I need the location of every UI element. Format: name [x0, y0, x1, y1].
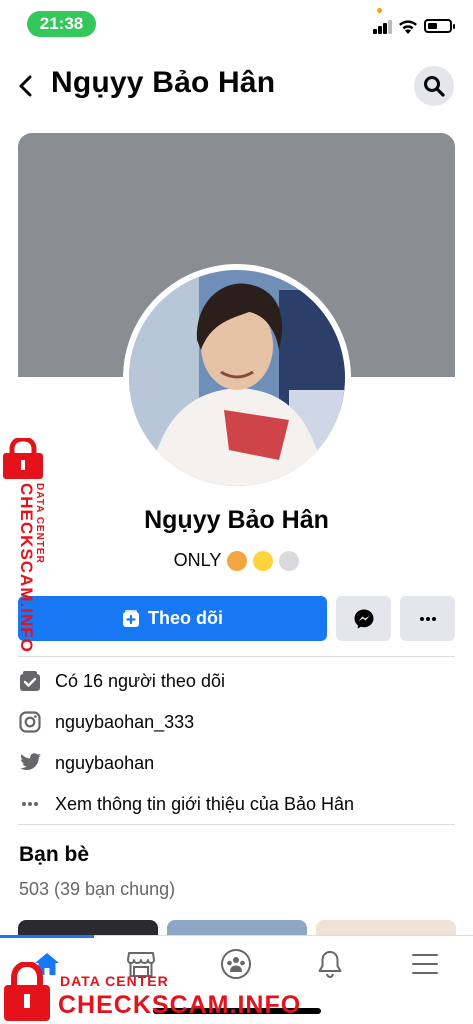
instagram-handle: nguybaohan_333: [55, 711, 195, 732]
rabbit-emoji-icon: [279, 550, 300, 571]
ellipsis-icon: [18, 792, 42, 816]
watermark-bottom: DATA CENTER CHECKSCAM.INFO: [0, 962, 300, 1024]
friends-section-title[interactable]: Bạn bè: [19, 843, 89, 867]
more-options-button[interactable]: [400, 596, 455, 641]
status-time: 21:38: [27, 11, 96, 37]
watermark-brand: CHECKSCAM.INFO: [58, 991, 302, 1019]
search-button[interactable]: [414, 66, 454, 106]
profile-header: Ngụyy Bảo Hân: [0, 60, 473, 112]
bell-icon: [318, 951, 342, 979]
instagram-row[interactable]: nguybaohan_333: [18, 707, 455, 737]
wifi-icon: [399, 20, 417, 34]
twitter-row[interactable]: nguybaohan: [18, 748, 455, 778]
chevron-left-icon: [19, 75, 32, 97]
search-icon: [424, 76, 445, 97]
about-link: Xem thông tin giới thiệu của Bảo Hân: [55, 793, 354, 814]
status-bar: 21:38: [0, 0, 473, 48]
page-title: Ngụyy Bảo Hân: [51, 66, 276, 99]
follow-button-label: Theo dõi: [148, 608, 223, 628]
message-button[interactable]: [336, 596, 391, 641]
hamburger-menu-icon: [412, 954, 438, 974]
profile-bio: ONLY: [0, 550, 473, 571]
followers-row[interactable]: Có 16 người theo dõi: [18, 666, 455, 696]
back-button[interactable]: [8, 68, 44, 104]
ellipsis-icon: [419, 616, 436, 621]
followers-icon: [18, 669, 42, 693]
bio-text: ONLY: [173, 550, 222, 570]
watermark-brand: CHECKSCAM.INFO: [17, 483, 36, 653]
watermark-tagline: DATA CENTER: [34, 483, 45, 564]
chick-emoji-icon: [253, 550, 274, 571]
about-row[interactable]: Xem thông tin giới thiệu của Bảo Hân: [18, 789, 455, 819]
cellular-signal-icon: [373, 20, 393, 34]
watermark-tagline: DATA CENTER: [60, 973, 169, 989]
lock-watermark-icon: [4, 962, 50, 1021]
battery-icon: [424, 19, 455, 33]
watermark-side: CHECKSCAM.INFO DATA CENTER: [2, 438, 62, 668]
avatar[interactable]: [123, 264, 351, 492]
instagram-icon: [18, 710, 42, 734]
profile-picture: [129, 270, 345, 486]
followers-text: Có 16 người theo dõi: [55, 670, 225, 691]
divider: [18, 824, 455, 825]
tiger-emoji-icon: [227, 550, 248, 571]
profile-name: Ngụyy Bảo Hân: [144, 506, 329, 534]
divider: [18, 656, 455, 657]
tab-menu[interactable]: [378, 936, 472, 992]
mic-indicator-icon: [377, 8, 382, 13]
friends-count: 503 (39 bạn chung): [19, 879, 176, 899]
twitter-icon: [18, 751, 42, 775]
lock-watermark-icon: [3, 438, 43, 479]
twitter-handle: nguybaohan: [55, 752, 155, 773]
follow-button[interactable]: Theo dõi: [18, 596, 327, 641]
messenger-icon: [354, 609, 373, 628]
add-follow-icon: [123, 609, 139, 627]
